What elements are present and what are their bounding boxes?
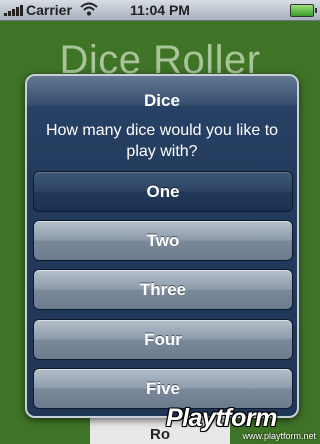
alert-title: Dice bbox=[144, 91, 180, 110]
watermark-url: www.playtform.net bbox=[242, 431, 316, 441]
status-time: 11:04 PM bbox=[130, 2, 190, 18]
status-bar: Carrier 11:04 PM bbox=[0, 0, 320, 21]
battery-icon bbox=[290, 4, 317, 17]
option-three-button[interactable]: Three bbox=[33, 269, 293, 310]
option-one-button[interactable]: One bbox=[33, 171, 293, 212]
option-two-button[interactable]: Two bbox=[33, 220, 293, 261]
alert-message: How many dice would you like to play wit… bbox=[45, 122, 279, 160]
watermark-logo: Playtform bbox=[166, 404, 277, 432]
playtform-watermark: Playtform www.playtform.net bbox=[166, 404, 320, 442]
option-four-button[interactable]: Four bbox=[33, 319, 293, 360]
option-five-button[interactable]: Five bbox=[33, 368, 293, 409]
dice-count-alert: Dice How many dice would you like to pla… bbox=[25, 74, 299, 418]
